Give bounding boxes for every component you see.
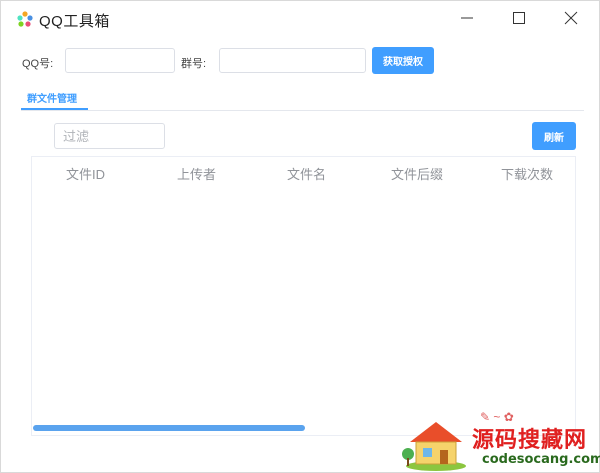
column-header-file-extension[interactable]: 文件后缀 (391, 164, 443, 183)
column-header-uploader[interactable]: 上传者 (177, 164, 216, 183)
maximize-button[interactable] (505, 6, 533, 30)
close-button[interactable] (557, 6, 585, 30)
tab-divider (21, 110, 584, 111)
watermark-url: codesocang.com (482, 452, 600, 467)
get-authorization-button[interactable]: 获取授权 (372, 47, 434, 74)
watermark-logo: ✎ ~ ✿ 源码搜藏网 codesocang.com (400, 408, 600, 473)
file-table: 文件ID 上传者 文件名 文件后缀 下载次数 (31, 156, 576, 436)
group-label: 群号: (181, 58, 207, 70)
filter-input[interactable] (54, 123, 165, 149)
minimize-button[interactable] (453, 6, 481, 30)
column-header-download-count[interactable]: 下载次数 (501, 164, 553, 183)
house-logo-icon (402, 422, 466, 471)
app-window: QQ工具箱 QQ号: 群号: 获取授权 群文件管理 刷新 文件ID 上传 (0, 0, 600, 473)
group-input[interactable] (219, 48, 366, 73)
minimize-icon (461, 17, 473, 19)
qq-input[interactable] (65, 48, 175, 73)
tab-group-files[interactable]: 群文件管理 (21, 90, 83, 110)
window-title: QQ工具箱 (39, 13, 110, 30)
horizontal-scrollbar-thumb[interactable] (33, 425, 305, 431)
close-icon (564, 11, 578, 25)
watermark-title: 源码搜藏网 (472, 428, 588, 453)
column-header-file-name[interactable]: 文件名 (287, 164, 326, 183)
app-logo-icon (17, 11, 33, 27)
qq-label: QQ号: (22, 58, 54, 70)
table-header: 文件ID 上传者 文件名 文件后缀 下载次数 (32, 157, 575, 187)
title-bar[interactable]: QQ工具箱 (1, 1, 599, 35)
refresh-button[interactable]: 刷新 (532, 122, 576, 150)
maximize-icon (513, 12, 525, 24)
column-header-file-id[interactable]: 文件ID (66, 164, 105, 183)
